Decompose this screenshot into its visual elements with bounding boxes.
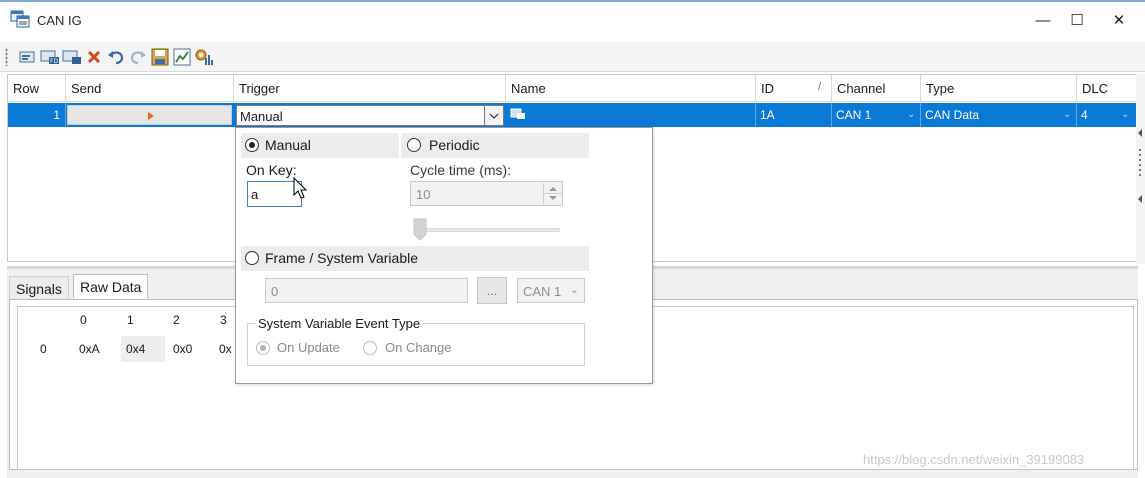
send-button[interactable] [67,105,232,125]
cycle-time-value: 10 [416,187,431,202]
minimize-button[interactable]: — [1029,8,1057,32]
can-ig-app-icon [10,10,30,28]
watermark-text: https://blog.csdn.net/weixin_39199083 [863,452,1085,467]
column-header-channel[interactable]: Channel [832,75,921,102]
title-bar [0,0,1145,42]
settings-icon[interactable] [194,47,214,67]
close-button[interactable]: ✕ [1105,8,1133,32]
manual-label: Manual [265,137,311,153]
column-header-send[interactable]: Send [66,75,234,102]
trigger-combobox[interactable]: Manual [236,105,504,126]
mouse-cursor-icon [293,177,308,199]
chevron-down-icon[interactable]: ⌄ [1121,109,1129,120]
raw-byte-cell[interactable]: 0x [214,336,236,362]
add-fd-message-icon[interactable]: FD [40,47,60,67]
right-splitter[interactable] [1136,74,1145,264]
sort-indicator-icon: / [818,81,822,93]
chevron-down-icon: ⌄ [569,284,579,296]
trigger-dropdown-popup: Manual Periodic On Key: a Cycle time (ms… [235,127,653,384]
tab-signals[interactable]: Signals [9,276,69,301]
trigger-combobox-value: Manual [240,109,283,124]
cycle-time-label: Cycle time (ms): [410,162,512,178]
save-icon[interactable] [150,47,170,67]
toolbar: FD [0,42,1145,72]
channel-cell[interactable]: CAN 1 ⌄ [832,103,921,127]
row-number: 1 [8,103,66,127]
column-header-id[interactable]: ID / [756,75,832,102]
undo-icon[interactable] [106,47,126,67]
cycle-time-slider-track[interactable] [416,228,560,232]
raw-byte-cell[interactable]: 0xA [74,336,118,362]
maximize-button[interactable]: ☐ [1063,8,1091,32]
chevron-down-icon[interactable] [484,106,503,125]
chart-icon[interactable] [172,47,192,67]
id-cell[interactable]: 1A [756,103,832,127]
tab-raw-data[interactable]: Raw Data [73,274,149,299]
svg-text:FD: FD [50,58,58,65]
delete-icon[interactable] [84,47,104,67]
chevron-down-icon[interactable]: ⌄ [907,109,915,120]
on-key-label: On Key: [246,162,297,178]
frame-variable-input[interactable]: 0 [265,278,468,303]
play-icon [148,112,154,120]
column-header-row[interactable]: Row [8,75,66,102]
toolbar-grip[interactable] [5,48,8,66]
column-header-name[interactable]: Name [506,75,756,102]
raw-column-header: 1 [127,313,134,327]
frame-system-variable-radio[interactable] [245,251,259,265]
raw-byte-cell[interactable]: 0x0 [168,336,212,362]
column-header-dlc[interactable]: DLC [1077,75,1137,102]
column-header-type[interactable]: Type [921,75,1077,102]
name-cell[interactable] [506,103,756,127]
browse-button[interactable]: ... [477,277,507,304]
on-change-radio[interactable] [363,341,377,355]
raw-column-header: 3 [220,313,227,327]
column-header-id-label: ID [761,81,774,96]
periodic-radio[interactable] [407,138,421,152]
dlc-cell-value: 4 [1081,108,1088,122]
message-fd-icon [510,108,525,119]
type-cell-value: CAN Data [925,108,980,122]
dlc-cell[interactable]: 4 ⌄ [1077,103,1137,127]
window-title: CAN IG [37,13,82,28]
on-update-radio[interactable] [256,341,270,355]
cycle-time-slider-thumb[interactable] [412,218,428,242]
frame-channel-select[interactable]: CAN 1 ⌄ [517,278,585,303]
add-message-2-icon[interactable] [62,47,82,67]
on-update-label: On Update [277,340,340,355]
manual-radio[interactable] [245,138,259,152]
on-change-label: On Change [385,340,452,355]
raw-byte-cell[interactable]: 0x4 [121,336,165,362]
frame-system-variable-label: Frame / System Variable [265,250,419,266]
raw-row-label: 0 [40,342,47,356]
raw-column-header: 2 [173,313,180,327]
channel-cell-value: CAN 1 [836,108,872,122]
cycle-time-spinner[interactable] [543,183,562,204]
redo-icon[interactable] [128,47,148,67]
column-header-trigger[interactable]: Trigger [234,75,506,102]
periodic-label: Periodic [429,137,480,153]
cycle-time-input[interactable]: 10 [410,181,563,206]
raw-column-header: 0 [80,313,87,327]
system-variable-event-type-label: System Variable Event Type [255,316,424,331]
chevron-down-icon[interactable]: ⌄ [1063,109,1071,120]
type-cell[interactable]: CAN Data ⌄ [921,103,1077,127]
frame-channel-value: CAN 1 [523,284,562,299]
add-message-icon[interactable] [18,47,38,67]
